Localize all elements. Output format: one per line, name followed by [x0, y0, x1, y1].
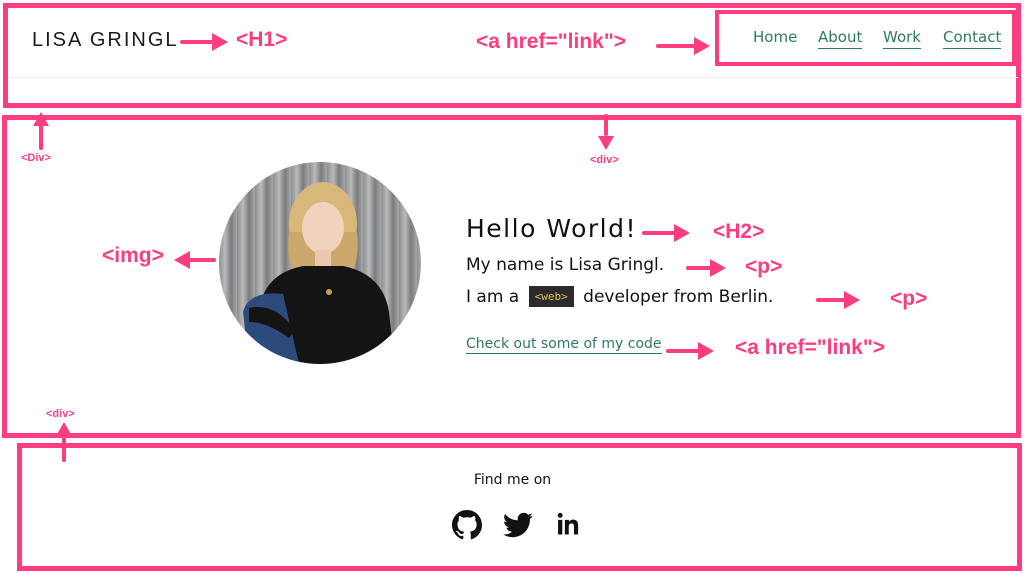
nav-home-link[interactable]: Home — [753, 28, 797, 48]
annotation-h1: <H1> — [236, 28, 288, 51]
linkedin-icon[interactable] — [554, 510, 584, 540]
header-divider — [8, 77, 1018, 78]
annotation-h2: <H2> — [713, 220, 765, 243]
annotation-hero-link: <a href="link"> — [735, 336, 886, 359]
annotation-nav-link: <a href="link"> — [476, 30, 627, 53]
profile-photo — [219, 162, 421, 364]
hero-outline — [2, 115, 1021, 438]
find-me-label: Find me on — [473, 472, 552, 488]
tagline-suffix: developer from Berlin. — [583, 287, 774, 307]
github-icon[interactable] — [452, 510, 482, 540]
twitter-icon[interactable] — [503, 510, 533, 540]
hero-intro-text: My name is Lisa Gringl. — [466, 255, 665, 275]
tagline-prefix: I am a — [466, 287, 520, 307]
annotation-div-left: <Div> — [21, 152, 51, 164]
annotation-p1: <p> — [745, 255, 783, 278]
nav-about-link[interactable]: About — [818, 28, 863, 49]
web-code-chip: <web> — [528, 286, 574, 307]
annotation-div-middle: <div> — [590, 154, 619, 166]
nav-contact-link[interactable]: Contact — [943, 28, 1002, 49]
hero-heading: Hello World! — [466, 214, 637, 243]
annotation-p2: <p> — [890, 287, 928, 310]
site-title: LISA GRINGL — [32, 29, 179, 51]
code-link[interactable]: Check out some of my code — [466, 336, 662, 354]
nav-work-link[interactable]: Work — [883, 28, 921, 49]
profile-photo-figure — [243, 182, 395, 364]
footer-outline — [17, 443, 1022, 571]
hero-tagline: I am a <web> developer from Berlin. — [466, 286, 773, 307]
annotation-img: <img> — [102, 244, 164, 267]
annotation-div-bottom: <div> — [46, 408, 75, 420]
